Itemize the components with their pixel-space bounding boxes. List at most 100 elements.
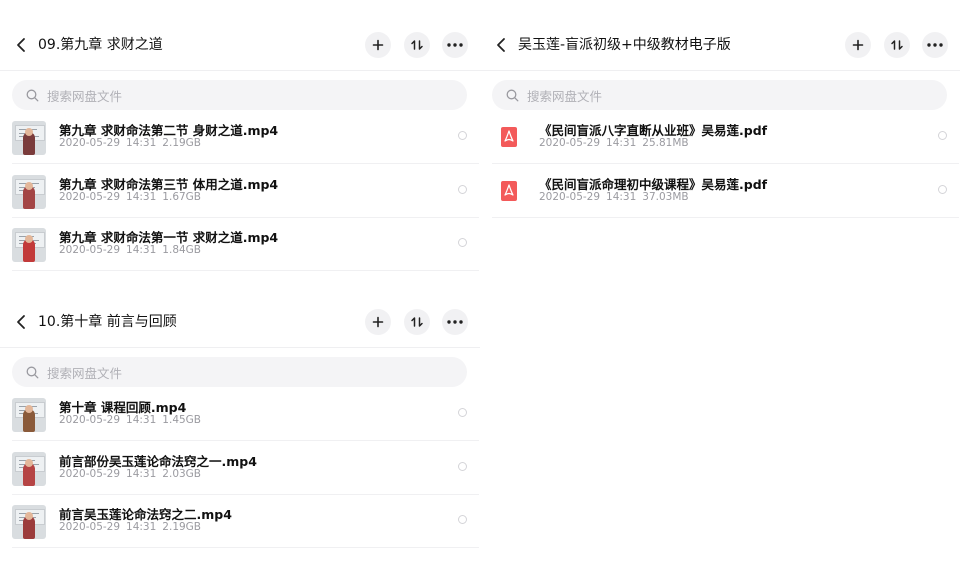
file-size: 1.84GB xyxy=(162,244,202,256)
more-dots-icon xyxy=(927,43,943,47)
more-button[interactable] xyxy=(442,309,468,335)
video-thumbnail xyxy=(12,175,46,209)
row-divider xyxy=(492,217,959,218)
video-thumbnail xyxy=(12,452,46,486)
file-time: 14:31 xyxy=(606,191,637,203)
file-row[interactable]: 《民间盲派命理初中级课程》吴易莲.pdf 2020-05-29 14:31 37.0… xyxy=(480,164,960,217)
search-icon xyxy=(506,89,519,101)
search-icon xyxy=(26,366,39,378)
sort-button[interactable] xyxy=(404,32,430,58)
more-button[interactable] xyxy=(442,32,468,58)
divider xyxy=(0,70,480,71)
file-time: 14:31 xyxy=(126,191,157,203)
video-thumbnail xyxy=(12,121,46,155)
sort-icon xyxy=(411,317,423,327)
search-input[interactable]: 搜索网盘文件 xyxy=(12,80,467,110)
plus-icon xyxy=(372,39,384,51)
add-button[interactable] xyxy=(365,309,391,335)
file-size: 25.81MB xyxy=(642,137,689,149)
file-time: 14:31 xyxy=(606,137,637,149)
row-divider xyxy=(12,270,479,271)
divider xyxy=(0,347,480,348)
file-date: 2020-05-29 xyxy=(59,191,121,203)
chevron-left-icon[interactable] xyxy=(493,35,511,55)
file-row[interactable]: 《民间盲派八字直断从业班》吴易莲.pdf 2020-05-29 14:31 25.8… xyxy=(480,110,960,163)
select-radio[interactable] xyxy=(458,131,467,140)
folder-title: 吴玉莲-盲派初级+中级教材电子版 xyxy=(518,37,731,53)
folder-title: 10.第十章 前言与回顾 xyxy=(38,314,177,330)
file-meta: 2020-05-29 14:31 1.84GB xyxy=(59,244,207,256)
file-date: 2020-05-29 xyxy=(59,244,121,256)
file-time: 14:31 xyxy=(126,521,157,533)
file-date: 2020-05-29 xyxy=(539,191,601,203)
search-icon xyxy=(26,89,39,101)
folder-panel-ch9: 09.第九章 求财之道 搜索网盘文件 第九章 求财命法第二节 身财之道.mp4 … xyxy=(0,22,480,272)
select-radio[interactable] xyxy=(458,408,467,417)
select-radio[interactable] xyxy=(458,515,467,524)
search-input[interactable]: 搜索网盘文件 xyxy=(492,80,947,110)
file-size: 37.03MB xyxy=(642,191,689,203)
file-meta: 2020-05-29 14:31 2.19GB xyxy=(59,137,207,149)
file-row[interactable]: 第九章 求财命法第一节 求财之道.mp4 2020-05-29 14:31 1.84… xyxy=(0,217,480,270)
select-radio[interactable] xyxy=(458,462,467,471)
add-button[interactable] xyxy=(845,32,871,58)
chevron-left-icon[interactable] xyxy=(13,35,31,55)
select-radio[interactable] xyxy=(938,185,947,194)
pdf-icon xyxy=(501,181,517,201)
video-thumbnail xyxy=(12,505,46,539)
pdf-icon xyxy=(501,127,517,147)
file-size: 2.19GB xyxy=(162,521,202,533)
file-size: 2.19GB xyxy=(162,137,202,149)
sort-button[interactable] xyxy=(404,309,430,335)
video-thumbnail xyxy=(12,398,46,432)
file-time: 14:31 xyxy=(126,137,157,149)
select-radio[interactable] xyxy=(458,185,467,194)
file-date: 2020-05-29 xyxy=(59,137,121,149)
file-row[interactable]: 第九章 求财命法第三节 体用之道.mp4 2020-05-29 14:31 1.67… xyxy=(0,164,480,217)
more-dots-icon xyxy=(447,43,463,47)
search-placeholder: 搜索网盘文件 xyxy=(527,88,603,104)
file-date: 2020-05-29 xyxy=(59,414,121,426)
divider xyxy=(480,70,960,71)
file-meta: 2020-05-29 14:31 25.81MB xyxy=(539,137,695,149)
file-date: 2020-05-29 xyxy=(539,137,601,149)
panel-header: 09.第九章 求财之道 xyxy=(0,22,480,68)
folder-panel-pdf: 吴玉莲-盲派初级+中级教材电子版 搜索网盘文件 《民间盲派八字直断从业班》吴易莲… xyxy=(480,22,960,222)
file-date: 2020-05-29 xyxy=(59,521,121,533)
more-dots-icon xyxy=(447,320,463,324)
search-placeholder: 搜索网盘文件 xyxy=(47,365,123,381)
file-meta: 2020-05-29 14:31 2.19GB xyxy=(59,521,207,533)
file-size: 1.45GB xyxy=(162,414,202,426)
sort-icon xyxy=(411,40,423,50)
more-button[interactable] xyxy=(922,32,948,58)
plus-icon xyxy=(372,316,384,328)
select-radio[interactable] xyxy=(458,238,467,247)
select-radio[interactable] xyxy=(938,131,947,140)
file-row[interactable]: 前言部份吴玉莲论命法窍之一.mp4 2020-05-29 14:31 2.03GB xyxy=(0,441,480,494)
folder-title: 09.第九章 求财之道 xyxy=(38,37,163,53)
panel-header: 10.第十章 前言与回顾 xyxy=(0,299,480,345)
file-time: 14:31 xyxy=(126,468,157,480)
file-row[interactable]: 前言吴玉莲论命法窍之二.mp4 2020-05-29 14:31 2.19GB xyxy=(0,494,480,547)
file-size: 1.67GB xyxy=(162,191,202,203)
folder-panel-ch10: 10.第十章 前言与回顾 搜索网盘文件 第十章 课程回顾.mp4 2020-05… xyxy=(0,299,480,551)
file-meta: 2020-05-29 14:31 1.45GB xyxy=(59,414,207,426)
sort-button[interactable] xyxy=(884,32,910,58)
file-time: 14:31 xyxy=(126,244,157,256)
video-thumbnail xyxy=(12,228,46,262)
add-button[interactable] xyxy=(365,32,391,58)
search-input[interactable]: 搜索网盘文件 xyxy=(12,357,467,387)
file-row[interactable]: 第九章 求财命法第二节 身财之道.mp4 2020-05-29 14:31 2.19… xyxy=(0,110,480,163)
file-date: 2020-05-29 xyxy=(59,468,121,480)
file-meta: 2020-05-29 14:31 37.03MB xyxy=(539,191,695,203)
row-divider xyxy=(12,547,479,548)
file-row[interactable]: 第十章 课程回顾.mp4 2020-05-29 14:31 1.45GB xyxy=(0,387,480,440)
panel-header: 吴玉莲-盲派初级+中级教材电子版 xyxy=(480,22,960,68)
search-placeholder: 搜索网盘文件 xyxy=(47,88,123,104)
sort-icon xyxy=(891,40,903,50)
plus-icon xyxy=(852,39,864,51)
file-meta: 2020-05-29 14:31 2.03GB xyxy=(59,468,207,480)
file-size: 2.03GB xyxy=(162,468,202,480)
chevron-left-icon[interactable] xyxy=(13,312,31,332)
file-meta: 2020-05-29 14:31 1.67GB xyxy=(59,191,207,203)
